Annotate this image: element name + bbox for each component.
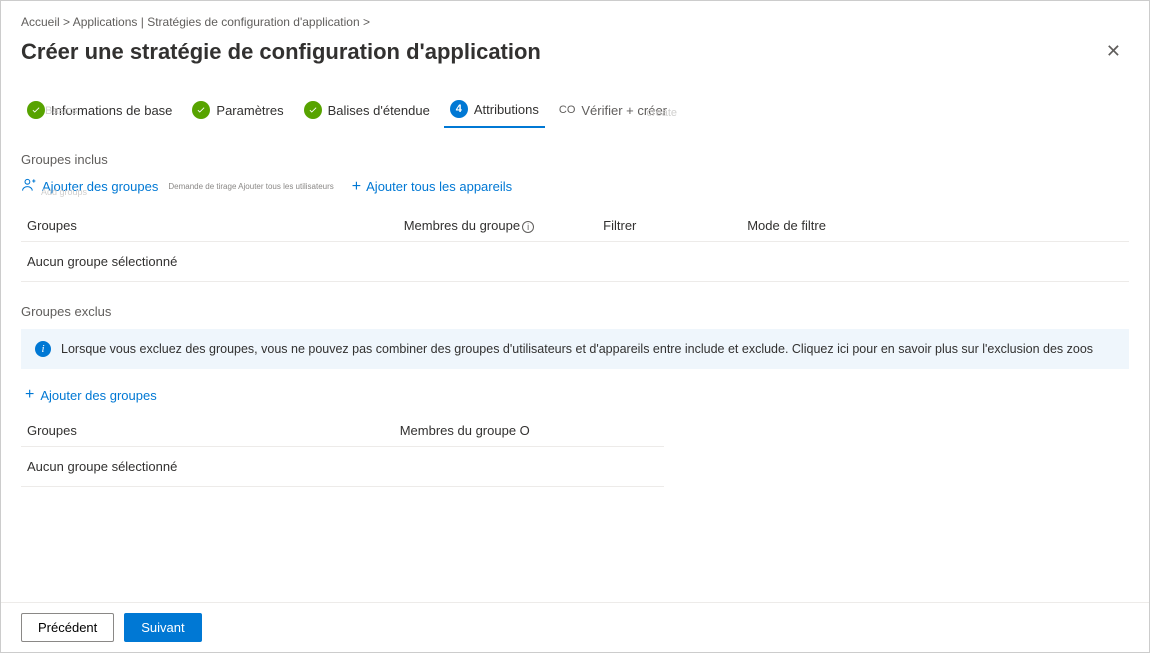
- breadcrumb: Accueil > Applications | Stratégies de c…: [21, 15, 1129, 29]
- col-groups[interactable]: Groupes: [21, 210, 398, 242]
- excluded-groups-header: Groupes exclus: [21, 304, 1129, 319]
- step-label: Attributions: [474, 102, 539, 117]
- add-groups-label: Ajouter des groupes: [40, 388, 156, 403]
- step-scope-tags[interactable]: Balises d'étendue: [298, 95, 436, 127]
- page-title: Créer une stratégie de configuration d'a…: [21, 39, 541, 65]
- breadcrumb-home[interactable]: Accueil >: [21, 15, 70, 29]
- check-icon: [192, 101, 210, 119]
- previous-button[interactable]: Précédent: [21, 613, 114, 642]
- plus-icon: +: [25, 387, 34, 403]
- wizard-footer: Précédent Suivant: [1, 602, 1149, 652]
- table-row: Aucun groupe sélectionné: [21, 447, 664, 487]
- breadcrumb-path[interactable]: Applications | Stratégies de configurati…: [73, 15, 370, 29]
- step-review-create[interactable]: CO Vérifier + créer create: [553, 97, 673, 126]
- empty-row-text: Aucun groupe sélectionné: [21, 447, 664, 487]
- col-filter[interactable]: Filtrer: [597, 210, 741, 242]
- add-excluded-groups-link[interactable]: + Ajouter des groupes: [25, 387, 1129, 403]
- step-assignments[interactable]: 4 Attributions: [444, 94, 545, 128]
- add-all-devices-link[interactable]: + Ajouter tous les appareils: [352, 179, 512, 195]
- add-groups-link[interactable]: Ajouter des groupes Add groups: [21, 177, 158, 196]
- col-members[interactable]: Membres du groupei: [398, 210, 597, 242]
- step-faded: create: [646, 107, 677, 119]
- step-prefix: CO: [559, 104, 576, 116]
- info-icon[interactable]: i: [522, 221, 534, 233]
- table-row: Aucun groupe sélectionné: [21, 242, 1129, 282]
- col-groups[interactable]: Groupes: [21, 415, 394, 447]
- step-settings[interactable]: Paramètres: [186, 95, 289, 127]
- step-label: Paramètres: [216, 103, 283, 118]
- table-header-row: Groupes Membres du groupe O: [21, 415, 664, 447]
- step-faded: Basics: [45, 105, 77, 117]
- check-icon: [304, 101, 322, 119]
- col-members[interactable]: Membres du groupe O: [394, 415, 664, 447]
- add-groups-faded: Add groups: [41, 187, 87, 197]
- table-header-row: Groupes Membres du groupei Filtrer Mode …: [21, 210, 1129, 242]
- next-button[interactable]: Suivant: [124, 613, 201, 642]
- included-groups-table: Groupes Membres du groupei Filtrer Mode …: [21, 210, 1129, 282]
- included-groups-header: Groupes inclus: [21, 152, 1129, 167]
- wizard-steps: Informations de base Basics Paramètres B…: [21, 94, 1129, 128]
- close-icon[interactable]: ✕: [1098, 37, 1129, 66]
- step-label: Balises d'étendue: [328, 103, 430, 118]
- check-icon: [27, 101, 45, 119]
- step-basics[interactable]: Informations de base Basics: [21, 95, 178, 127]
- step-number-icon: 4: [450, 100, 468, 118]
- person-plus-icon: [21, 177, 37, 196]
- tiny-pull-label: Demande de tirage Ajouter tous les utili…: [168, 182, 333, 191]
- info-text: Lorsque vous excluez des groupes, vous n…: [61, 342, 1093, 356]
- exclusion-info-bar[interactable]: i Lorsque vous excluez des groupes, vous…: [21, 329, 1129, 369]
- empty-row-text: Aucun groupe sélectionné: [21, 242, 1129, 282]
- plus-icon: +: [352, 179, 361, 195]
- add-all-devices-label: Ajouter tous les appareils: [366, 179, 512, 194]
- info-icon: i: [35, 341, 51, 357]
- excluded-groups-table: Groupes Membres du groupe O Aucun groupe…: [21, 415, 664, 487]
- col-filter-mode[interactable]: Mode de filtre: [741, 210, 1129, 242]
